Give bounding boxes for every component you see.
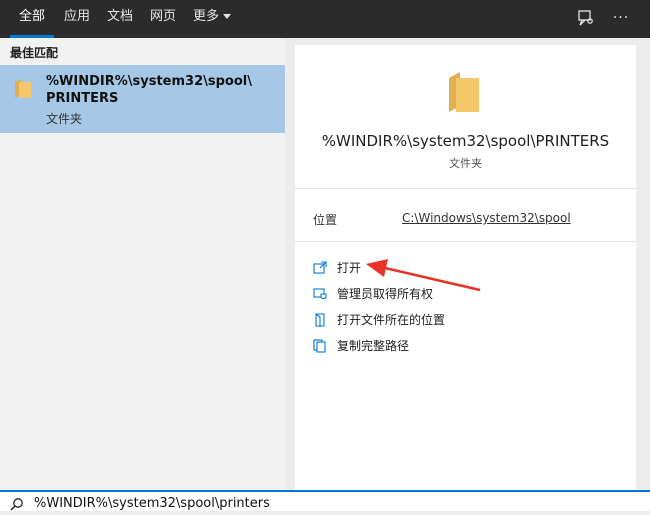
action-label: 复制完整路径 (337, 339, 410, 353)
chevron-down-icon (223, 14, 232, 19)
result-title: %WINDIR%\system32\spool\ PRINTERS (46, 73, 276, 107)
action-label: 打开文件所在的位置 (337, 313, 446, 327)
search-input[interactable]: %WINDIR%\system32\spool\printers (34, 496, 270, 511)
action-label: 管理员取得所有权 (337, 287, 434, 301)
tab-all[interactable]: 全部 (10, 0, 54, 38)
detail-title: %WINDIR%\system32\spool\PRINTERS (321, 132, 610, 150)
tab-documents[interactable]: 文档 (107, 0, 133, 38)
tab-apps[interactable]: 应用 (64, 0, 90, 38)
tab-web[interactable]: 网页 (150, 0, 176, 38)
result-type: 文件夹 (46, 112, 83, 126)
detail-type: 文件夹 (449, 157, 482, 170)
tab-label: 全部 (18, 9, 45, 24)
divider (295, 188, 636, 189)
result-title-line: %WINDIR%\system32\spool\ (46, 74, 252, 89)
tab-more[interactable]: 更多 (193, 0, 232, 38)
best-match-result[interactable]: %WINDIR%\system32\spool\ PRINTERS 文件夹 (0, 65, 285, 133)
search-bar[interactable]: %WINDIR%\system32\spool\printers (0, 490, 650, 511)
location-label: 位置 (313, 213, 338, 227)
shield-icon (313, 286, 327, 300)
tab-label: 应用 (64, 9, 91, 24)
folder-icon (447, 70, 481, 118)
divider (295, 241, 636, 242)
tab-label: 更多 (193, 9, 220, 24)
copy-icon (313, 338, 327, 353)
folder-icon (14, 78, 32, 104)
feedback-icon[interactable] (577, 9, 595, 27)
open-icon (313, 260, 327, 274)
top-bar: 全部 应用 文档 网页 更多 ··· (0, 0, 650, 38)
file-location-icon (313, 312, 327, 327)
search-icon (10, 496, 24, 515)
location-link[interactable]: C:\Windows\system32\spool (402, 211, 571, 225)
result-title-line: PRINTERS (46, 91, 119, 106)
tab-label: 网页 (150, 9, 177, 24)
tab-label: 文档 (107, 9, 134, 24)
action-label: 打开 (337, 261, 362, 275)
detail-pane: %WINDIR%\system32\spool\PRINTERS 文件夹 位置 … (295, 45, 636, 490)
section-label: 最佳匹配 (10, 46, 59, 60)
more-icon[interactable]: ··· (612, 9, 630, 27)
